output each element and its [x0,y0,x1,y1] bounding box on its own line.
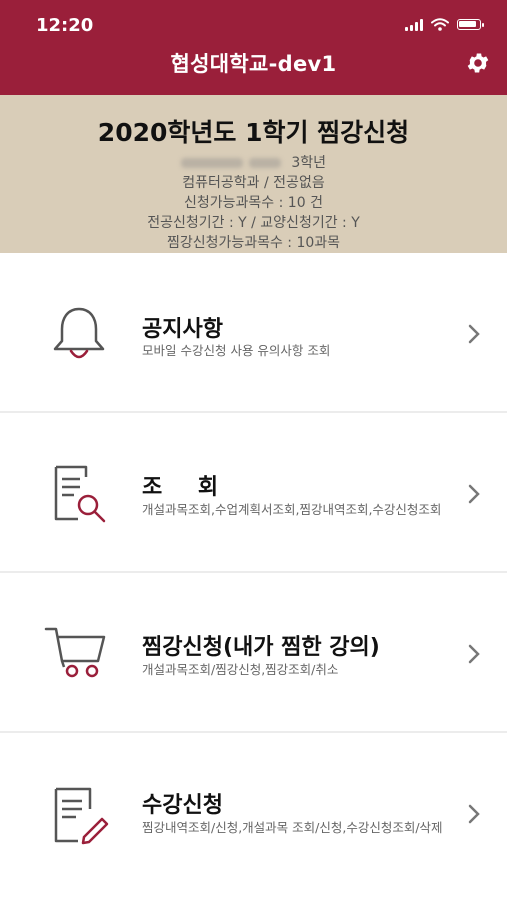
menu-item-inquiry[interactable]: 조 회 개설과목조회,수업계획서조회,찜강내역조회,수강신청조회 [0,413,507,573]
menu-title-inquiry: 조 회 [142,475,233,500]
app-title: 협성대학교-dev1 [170,52,337,76]
edit-document-icon [54,787,109,845]
menu-desc-registration: 찜강내역조회/신청,개설과목 조회/신청,수강신청조회/삭제 [142,820,443,835]
registration-title: 2020학년도 1학기 찜강신청 [97,118,410,147]
menu-title-wishlist: 찜강신청(내가 찜한 강의) [142,635,380,660]
chevron-right-icon [468,324,480,344]
signal-icon [405,18,423,31]
registration-info-panel: 2020학년도 1학기 찜강신청 3학년 컴퓨터공학과 / 전공없음 신청가능과… [0,95,507,253]
periods-text: 전공신청기간 : Y / 교양신청기간 : Y [147,215,360,231]
menu-item-notice[interactable]: 공지사항 모바일 수강신청 사용 유의사항 조회 [0,253,507,413]
menu-title-registration: 수강신청 [142,793,223,818]
battery-icon [457,19,484,30]
gear-icon[interactable] [465,50,491,76]
chevron-right-icon [468,484,480,504]
student-line: 3학년 [0,153,507,173]
bell-icon [53,307,105,359]
redacted-student-id [180,158,243,168]
main-menu: 공지사항 모바일 수강신청 사용 유의사항 조회 조 회 개설과목조회,수업계획… [0,253,507,893]
menu-desc-inquiry: 개설과목조회,수업계획서조회,찜강내역조회,수강신청조회 [142,502,442,517]
major-text: 컴퓨터공학과 / 전공없음 [182,175,325,191]
available-courses-text: 신청가능과목수 : 10 건 [184,195,323,211]
menu-title-notice: 공지사항 [142,317,223,342]
chevron-right-icon [468,804,480,824]
status-icons [405,18,484,31]
grade-text: 3학년 [291,155,327,171]
menu-item-wishlist[interactable]: 찜강신청(내가 찜한 강의) 개설과목조회/찜강신청,찜강조회/취소 [0,573,507,733]
wish-available-text: 찜강신청가능과목수 : 10과목 [166,235,341,251]
cart-icon [44,627,106,678]
chevron-right-icon [468,644,480,664]
status-time: 12:20 [36,15,94,36]
menu-desc-notice: 모바일 수강신청 사용 유의사항 조회 [142,343,331,358]
menu-item-registration[interactable]: 수강신청 찜강내역조회/신청,개설과목 조회/신청,수강신청조회/삭제 [0,733,507,893]
app-header: 12:20 협성대학교-dev1 [0,0,507,95]
redacted-student-name [248,158,281,168]
wifi-icon [431,18,449,31]
menu-desc-wishlist: 개설과목조회/찜강신청,찜강조회/취소 [142,662,339,677]
search-document-icon [54,465,106,523]
